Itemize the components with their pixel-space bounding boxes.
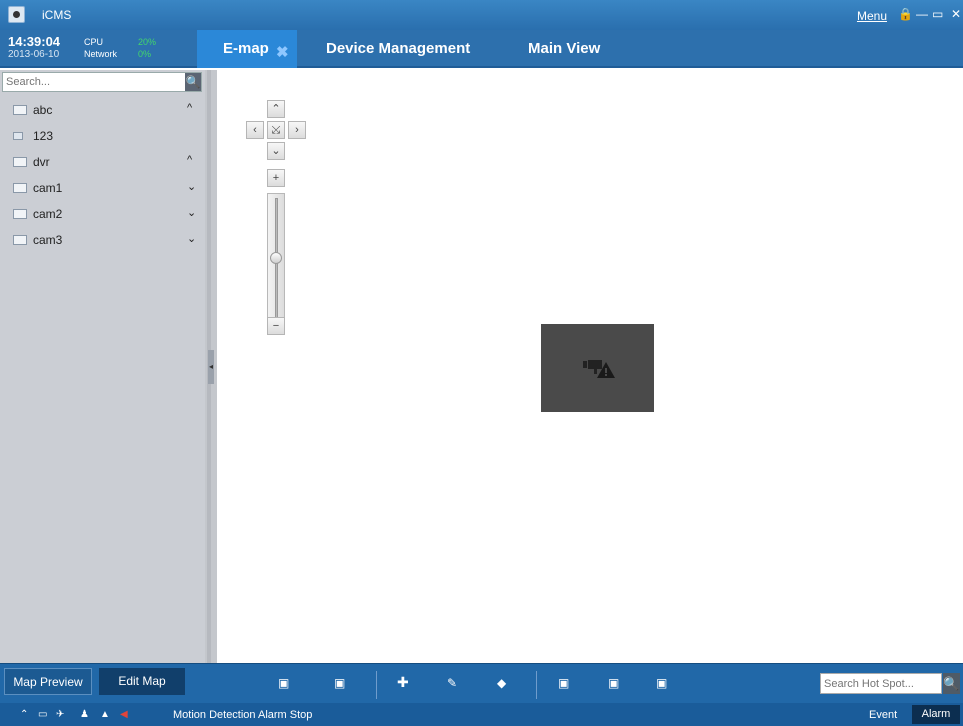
hotspot-search: [820, 673, 942, 694]
app-window: iCMS Menu 🔒 — ▭ ✕ 14:39:04 2013-06-10 CP…: [0, 0, 963, 726]
tree-item-abc[interactable]: abc ^: [0, 96, 205, 122]
camera-warning-icon: [583, 360, 615, 378]
eraser-icon[interactable]: ◆: [497, 676, 506, 690]
alarm-tab[interactable]: Alarm: [912, 705, 960, 724]
hotspot-add-icon[interactable]: ▣: [558, 676, 569, 690]
hotspot-search-input[interactable]: [821, 674, 937, 693]
toolbar-separator: [376, 671, 377, 699]
clock-date: 2013-06-10: [8, 49, 60, 60]
minimize-icon[interactable]: —: [916, 7, 928, 21]
zoom-in-button[interactable]: +: [267, 169, 285, 187]
tree-item-123[interactable]: 123: [0, 122, 205, 148]
tree-item-label: cam2: [33, 207, 63, 221]
expand-icon[interactable]: ⌃: [20, 709, 28, 720]
add-map-icon[interactable]: ▣: [278, 676, 289, 690]
chevron-down-icon[interactable]: ⌄: [187, 180, 196, 193]
pan-up-button[interactable]: ⌃: [267, 100, 285, 118]
collapse-arrow-icon[interactable]: ◂: [208, 350, 214, 384]
network-value: 0%: [138, 49, 152, 59]
status-message: Motion Detection Alarm Stop: [173, 709, 313, 721]
tree-item-label: 123: [33, 129, 54, 143]
bottom-toolbar: Map Preview Edit Map ▣ ▣ ✚ ✎ ◆ ▣ ▣ ▣ 🔍: [0, 663, 963, 703]
restore-icon[interactable]: ▭: [932, 7, 943, 21]
alert-icon[interactable]: ▲: [100, 709, 110, 720]
tree-item-label: dvr: [33, 155, 50, 169]
device-search-input[interactable]: [3, 73, 183, 91]
system-stats: CPU 20% Network 0%: [84, 36, 156, 60]
user-icon[interactable]: ♟: [80, 709, 89, 720]
device-icon: [13, 132, 23, 140]
add-icon[interactable]: ✚: [397, 674, 409, 691]
folder-icon: [13, 157, 27, 167]
cpu-value: 20%: [138, 37, 157, 47]
pan-down-button[interactable]: ⌄: [267, 142, 285, 160]
zoom-out-button[interactable]: −: [267, 317, 285, 335]
network-label: Network: [84, 49, 118, 59]
emap-canvas[interactable]: ⌃ ‹ ⤩ › ⌄ + −: [217, 70, 963, 663]
panel-splitter[interactable]: ◂: [205, 70, 217, 663]
clock: 14:39:04 2013-06-10: [8, 34, 60, 60]
tree-item-cam3[interactable]: cam3 ⌄: [0, 226, 205, 252]
hotspot-settings-icon[interactable]: ▣: [656, 676, 667, 690]
close-icon[interactable]: ✕: [951, 7, 961, 21]
tab-close-icon[interactable]: ✖: [276, 34, 289, 72]
app-logo-icon: [8, 6, 25, 23]
speaker-icon[interactable]: ◀: [120, 709, 128, 720]
folder-icon: [13, 183, 27, 193]
tree-item-label: cam3: [33, 233, 63, 247]
monitor-icon[interactable]: ▭: [38, 709, 47, 720]
zoom-slider[interactable]: [267, 193, 285, 323]
tab-main-view[interactable]: Main View: [528, 30, 600, 68]
tree-item-dvr[interactable]: dvr ^: [0, 148, 205, 174]
toolbar-separator: [536, 671, 537, 699]
tab-emap[interactable]: E-map ✖: [197, 30, 297, 68]
chevron-up-icon[interactable]: ^: [187, 154, 192, 166]
pan-right-button[interactable]: ›: [288, 121, 306, 139]
chevron-up-icon[interactable]: ^: [187, 102, 192, 114]
chevron-down-icon[interactable]: ⌄: [187, 206, 196, 219]
clock-time: 14:39:04: [8, 34, 61, 49]
tree-item-cam1[interactable]: cam1 ⌄: [0, 174, 205, 200]
tree-item-label: abc: [33, 103, 53, 117]
app-title: iCMS: [42, 8, 72, 22]
zoom-slider-handle[interactable]: [270, 252, 282, 264]
top-bar: 14:39:04 2013-06-10 CPU 20% Network 0% E…: [0, 30, 963, 68]
tab-emap-label: E-map: [223, 40, 269, 57]
folder-icon: [13, 209, 27, 219]
pin-icon[interactable]: ✈: [56, 709, 64, 720]
cpu-label: CPU: [84, 37, 104, 47]
folder-icon: [13, 105, 27, 115]
pan-left-button[interactable]: ‹: [246, 121, 264, 139]
map-preview-button[interactable]: Map Preview: [4, 668, 92, 695]
tab-device-management[interactable]: Device Management: [326, 30, 470, 68]
chevron-down-icon[interactable]: ⌄: [187, 232, 196, 245]
menu-link[interactable]: Menu: [857, 9, 887, 23]
pan-center-button[interactable]: ⤩: [267, 121, 285, 139]
folder-icon: [13, 235, 27, 245]
delete-map-icon[interactable]: ▣: [334, 676, 345, 690]
edit-map-button[interactable]: Edit Map: [99, 668, 185, 695]
status-bar: ⌃ ▭ ✈ ♟ ▲ ◀ Motion Detection Alarm Stop …: [0, 703, 963, 726]
tree-item-label: cam1: [33, 181, 63, 195]
edit-icon[interactable]: ✎: [447, 676, 457, 690]
search-icon[interactable]: 🔍: [943, 673, 960, 694]
device-tree-panel: 🔍 abc ^ 123 dvr ^ cam1 ⌄ cam2 ⌄ cam3: [0, 70, 205, 663]
camera-hotspot[interactable]: [541, 324, 654, 412]
hotspot-edit-icon[interactable]: ▣: [608, 676, 619, 690]
event-tab[interactable]: Event: [869, 709, 897, 721]
lock-icon[interactable]: 🔒: [898, 7, 913, 21]
device-search: 🔍: [2, 72, 202, 92]
tree-item-cam2[interactable]: cam2 ⌄: [0, 200, 205, 226]
title-bar: iCMS Menu 🔒 — ▭ ✕: [0, 0, 963, 30]
search-icon[interactable]: 🔍: [185, 73, 201, 91]
